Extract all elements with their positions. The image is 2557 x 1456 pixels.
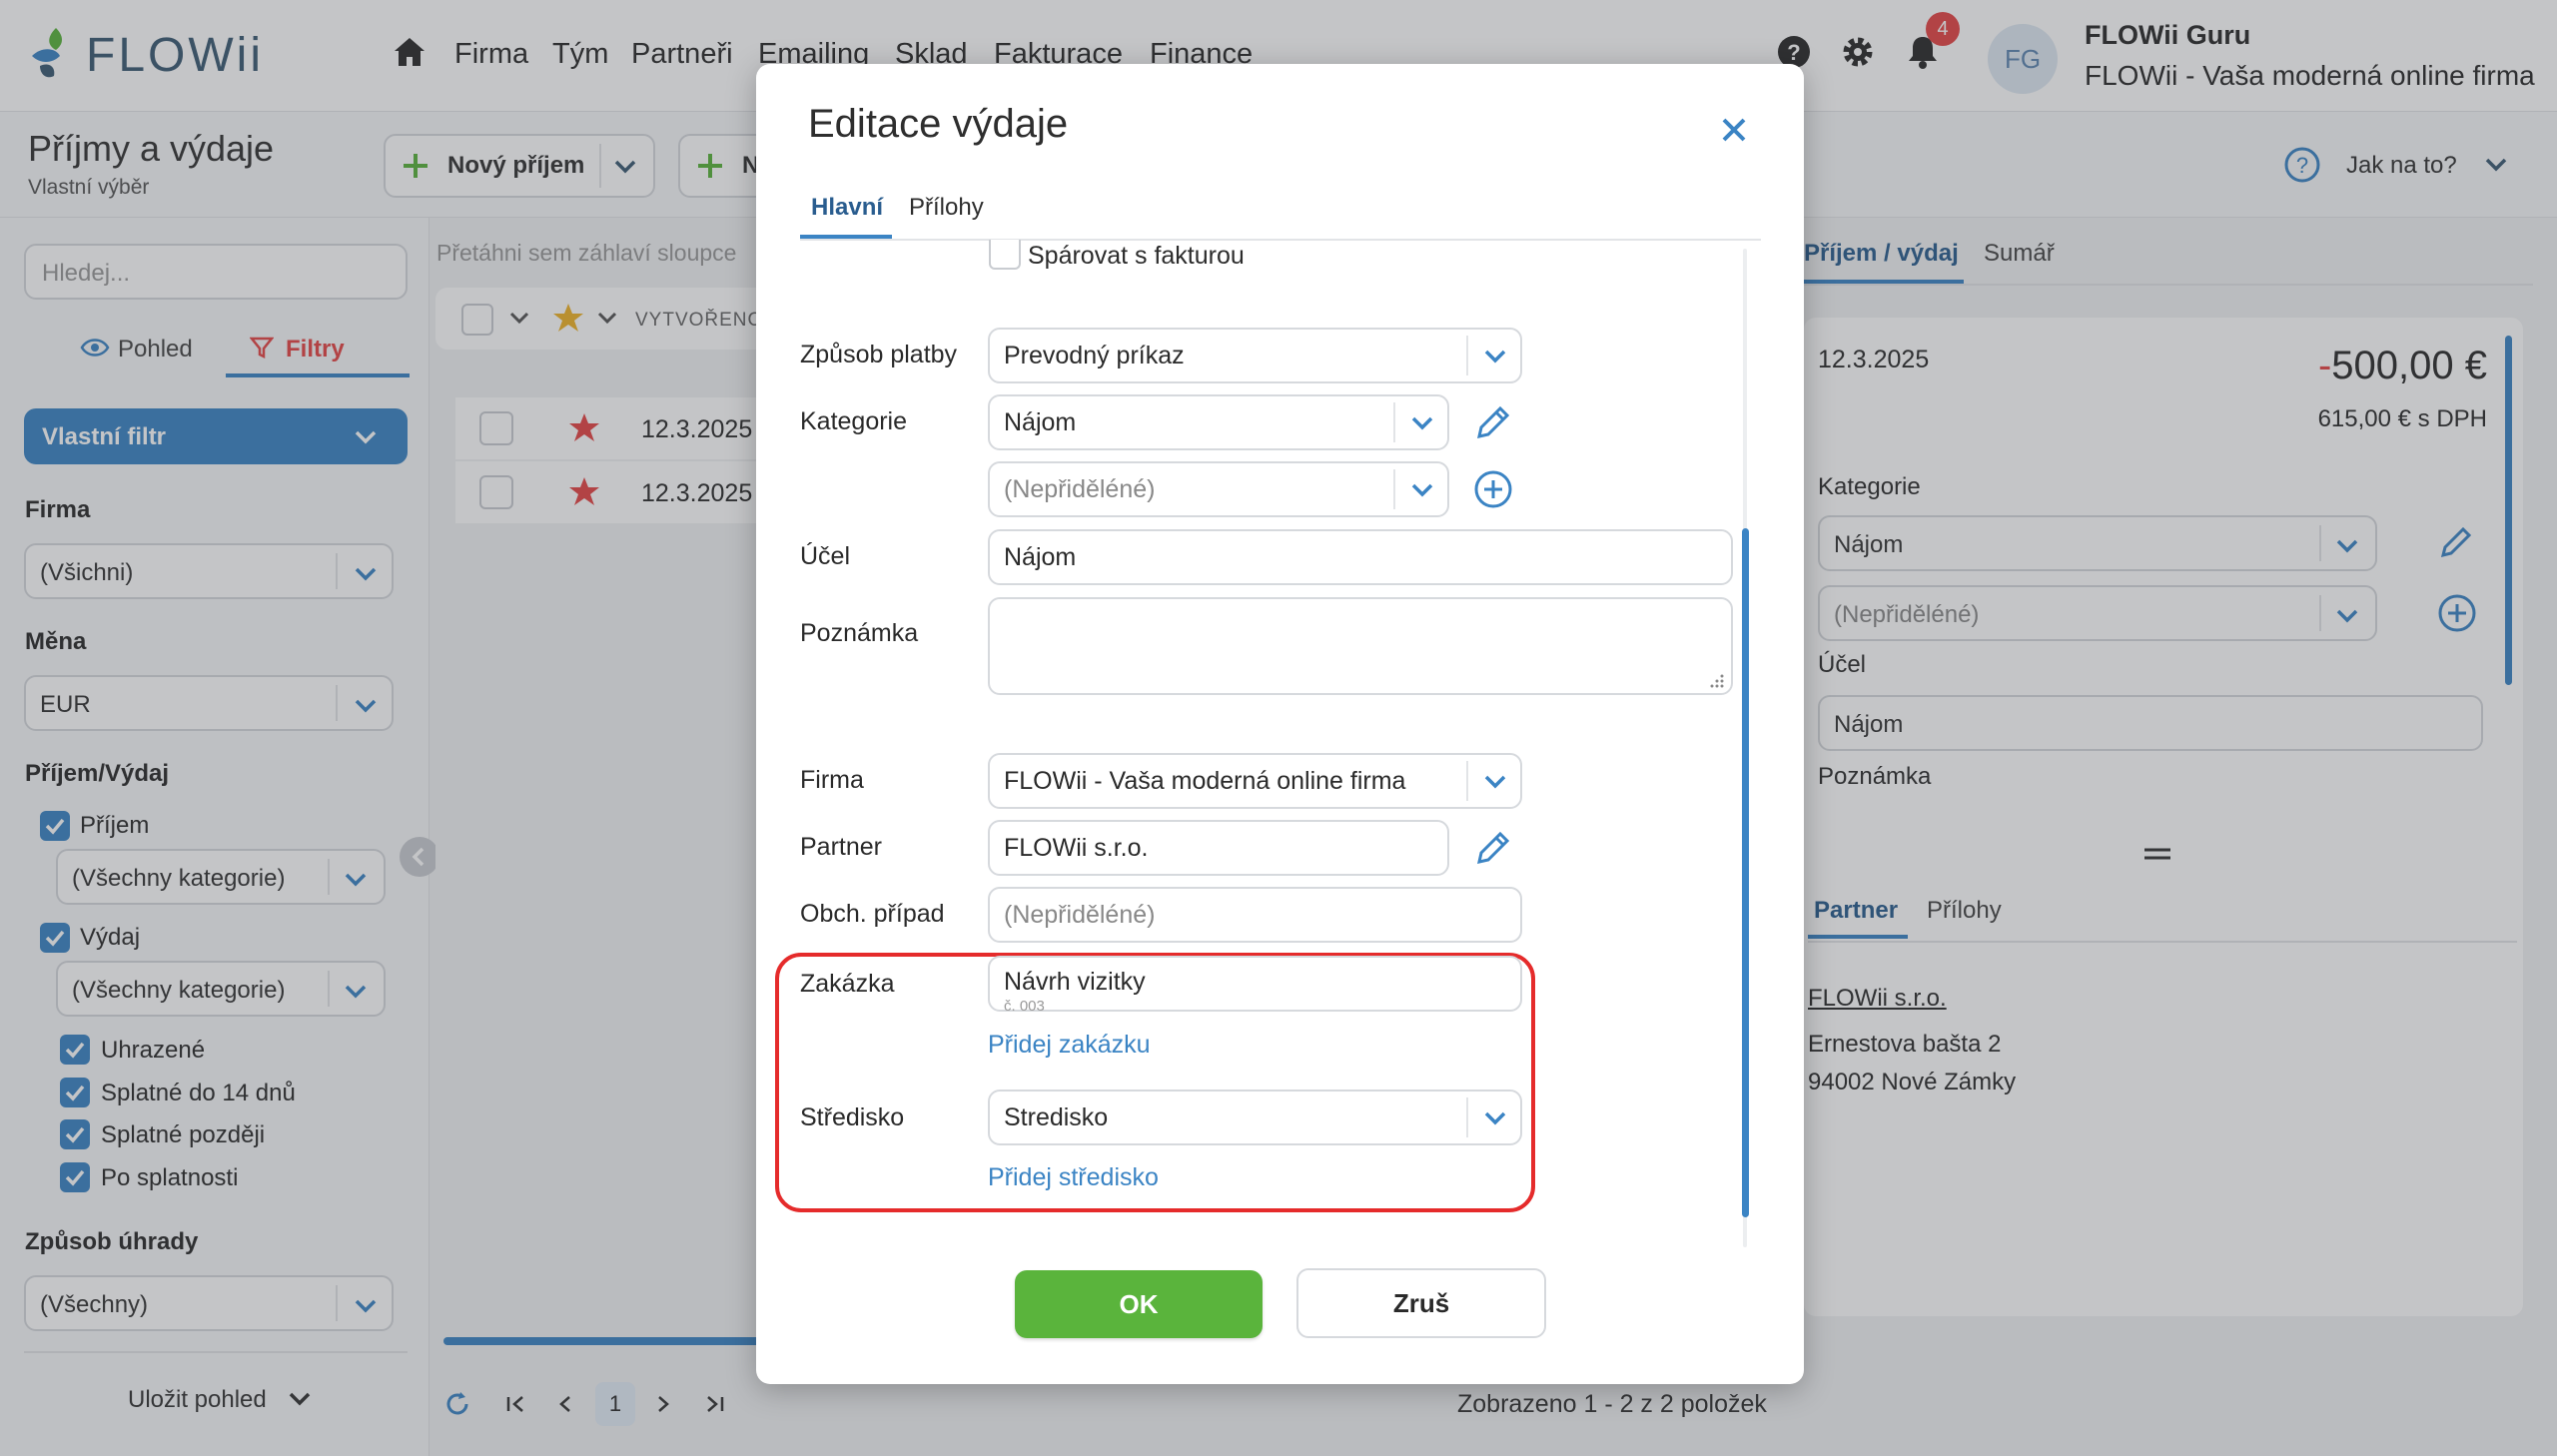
subcategory-select[interactable]: (Nepřiděléné) [988, 461, 1449, 517]
payment-method-value: Prevodný príkaz [1004, 341, 1185, 369]
chevron-down-icon [1468, 1092, 1522, 1143]
add-order-link[interactable]: Přidej zakázku [988, 1031, 1151, 1060]
deal-placeholder: (Nepřiděléné) [1004, 900, 1156, 929]
dialog-title: Editace výdaje [808, 102, 1069, 146]
payment-method-select[interactable]: Prevodný príkaz [988, 328, 1522, 383]
note-label: Poznámka [800, 619, 919, 647]
order-number: č. 003 [1004, 998, 1045, 1015]
center-select[interactable]: Stredisko [988, 1090, 1522, 1145]
subcategory-placeholder: (Nepřiděléné) [1004, 474, 1156, 503]
tab-main[interactable]: Hlavní [811, 194, 883, 222]
chevron-down-icon [1395, 463, 1449, 515]
pair-invoice-checkbox[interactable] [989, 240, 1021, 270]
company-value: FLOWii - Vaša moderná online firma [1004, 766, 1406, 795]
close-icon[interactable] [1714, 110, 1754, 150]
center-value: Stredisko [1004, 1102, 1109, 1131]
pair-invoice-label: Spárovat s fakturou [1028, 242, 1245, 270]
payment-method-label: Způsob platby [800, 341, 958, 368]
cancel-button[interactable]: Zruš [1296, 1268, 1546, 1338]
order-value: Návrh vizitky [1004, 968, 1146, 996]
resize-grip-icon[interactable] [1707, 671, 1725, 689]
purpose-value: Nájom [1004, 542, 1077, 571]
add-center-link[interactable]: Přidej středisko [988, 1163, 1159, 1192]
note-textarea[interactable] [988, 597, 1733, 695]
partner-label: Partner [800, 833, 882, 861]
company-label: Firma [800, 766, 864, 794]
tab-attachments[interactable]: Přílohy [909, 194, 984, 222]
category-label: Kategorie [800, 407, 908, 435]
category-select[interactable]: Nájom [988, 394, 1449, 450]
center-label: Středisko [800, 1103, 905, 1131]
partner-input[interactable]: FLOWii s.r.o. [988, 820, 1449, 876]
chevron-down-icon [1468, 755, 1522, 807]
active-tab-indicator [800, 235, 892, 239]
edit-expense-dialog: Editace výdaje Hlavní Přílohy Spárovat s… [756, 64, 1804, 1384]
add-subcategory-plus-circle-icon[interactable] [1473, 469, 1513, 509]
chevron-down-icon [1395, 396, 1449, 448]
scrollbar-thumb[interactable] [1742, 528, 1749, 1217]
edit-category-pencil-icon[interactable] [1473, 402, 1513, 442]
purpose-label: Účel [800, 542, 851, 570]
edit-partner-pencil-icon[interactable] [1473, 828, 1513, 868]
ok-button[interactable]: OK [1015, 1270, 1263, 1338]
order-input[interactable]: Návrh vizitky č. 003 [988, 956, 1522, 1015]
order-label: Zakázka [800, 970, 895, 998]
deal-label: Obch. případ [800, 900, 945, 928]
tabs-divider [800, 239, 1761, 241]
company-select[interactable]: FLOWii - Vaša moderná online firma [988, 753, 1522, 809]
chevron-down-icon [1468, 330, 1522, 381]
purpose-input[interactable]: Nájom [988, 529, 1733, 585]
category-value: Nájom [1004, 407, 1077, 436]
partner-value: FLOWii s.r.o. [1004, 833, 1149, 862]
deal-input[interactable]: (Nepřiděléné) [988, 887, 1522, 943]
